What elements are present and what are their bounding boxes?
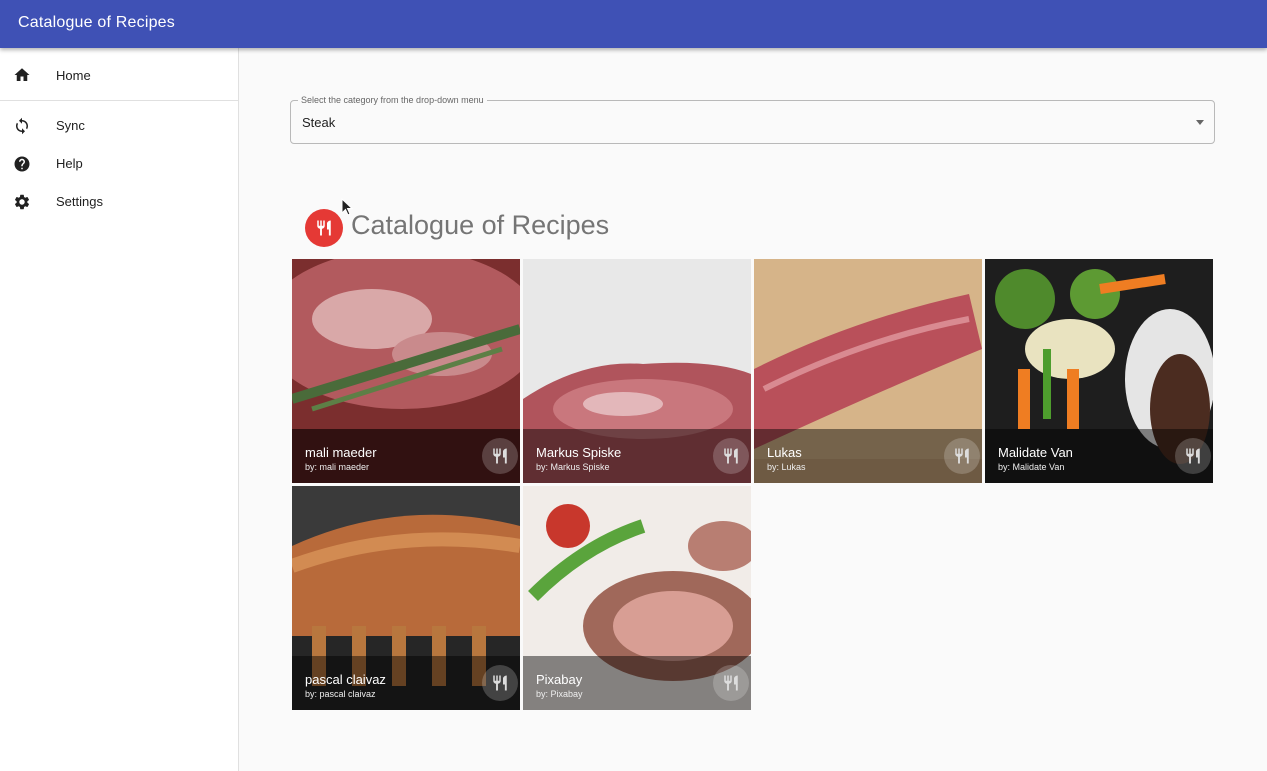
tile-subtitle: by: Pixabay bbox=[536, 689, 583, 699]
tile-title-bar: Markus Spiske by: Markus Spiske bbox=[523, 429, 751, 483]
restaurant-icon[interactable] bbox=[482, 665, 518, 701]
recipe-tile[interactable]: Pixabay by: Pixabay bbox=[523, 486, 751, 710]
help-icon bbox=[14, 156, 30, 172]
tile-title: Pixabay bbox=[536, 672, 583, 687]
restaurant-icon[interactable] bbox=[482, 438, 518, 474]
restaurant-icon[interactable] bbox=[1175, 438, 1211, 474]
tile-subtitle: by: mali maeder bbox=[305, 462, 370, 472]
dropdown-arrow-icon bbox=[1196, 120, 1204, 125]
sidebar-item-label: Help bbox=[56, 156, 83, 171]
app-title: Catalogue of Recipes bbox=[18, 14, 175, 31]
home-icon bbox=[14, 68, 30, 81]
tile-subtitle: by: Malidate Van bbox=[998, 462, 1065, 472]
sidebar-item-label: Settings bbox=[56, 194, 103, 209]
sidebar-item-label: Home bbox=[56, 68, 91, 83]
recipe-tile[interactable]: pascal claivaz by: pascal claivaz bbox=[292, 486, 520, 710]
app-bar: Catalogue of Recipes bbox=[0, 0, 1267, 48]
category-select[interactable]: Select the category from the drop-down m… bbox=[290, 95, 1215, 144]
restaurant-icon[interactable] bbox=[713, 665, 749, 701]
sidebar-item-help[interactable]: Help bbox=[0, 145, 238, 183]
tile-title: pascal claivaz bbox=[305, 672, 386, 687]
tile-subtitle: by: pascal claivaz bbox=[305, 689, 376, 699]
sidebar-item-home[interactable]: Home bbox=[0, 56, 238, 101]
restaurant-icon[interactable] bbox=[944, 438, 980, 474]
category-select-value: Steak bbox=[302, 115, 336, 130]
tile-title-bar: mali maeder by: mali maeder bbox=[292, 429, 520, 483]
tile-subtitle: by: Markus Spiske bbox=[536, 462, 610, 472]
section-title: Catalogue of Recipes bbox=[351, 210, 610, 240]
mouse-cursor-icon bbox=[341, 198, 354, 216]
tile-title-bar: Malidate Van by: Malidate Van bbox=[985, 429, 1213, 483]
tile-title: Malidate Van bbox=[998, 445, 1073, 460]
recipe-tile[interactable]: Malidate Van by: Malidate Van bbox=[985, 259, 1213, 483]
tile-title: Lukas bbox=[767, 445, 802, 460]
tile-title-bar: Pixabay by: Pixabay bbox=[523, 656, 751, 710]
recipe-tile[interactable]: Lukas by: Lukas bbox=[754, 259, 982, 483]
tile-title: Markus Spiske bbox=[536, 445, 622, 460]
sidebar-item-label: Sync bbox=[56, 118, 85, 133]
sidebar: Home Sync Help Settings bbox=[0, 48, 239, 771]
restaurant-icon bbox=[305, 209, 343, 247]
sync-icon bbox=[16, 117, 28, 135]
tile-subtitle: by: Lukas bbox=[767, 462, 806, 472]
recipe-tile[interactable]: Markus Spiske by: Markus Spiske bbox=[523, 259, 751, 483]
sidebar-item-sync[interactable]: Sync bbox=[0, 107, 238, 145]
restaurant-icon[interactable] bbox=[713, 438, 749, 474]
tile-title: mali maeder bbox=[305, 445, 377, 460]
gear-icon bbox=[14, 194, 30, 210]
tile-title-bar: Lukas by: Lukas bbox=[754, 429, 982, 483]
sidebar-item-settings[interactable]: Settings bbox=[0, 183, 238, 221]
tile-title-bar: pascal claivaz by: pascal claivaz bbox=[292, 656, 520, 710]
category-select-label: Select the category from the drop-down m… bbox=[298, 95, 487, 105]
recipe-tile[interactable]: mali maeder by: mali maeder bbox=[292, 259, 520, 483]
